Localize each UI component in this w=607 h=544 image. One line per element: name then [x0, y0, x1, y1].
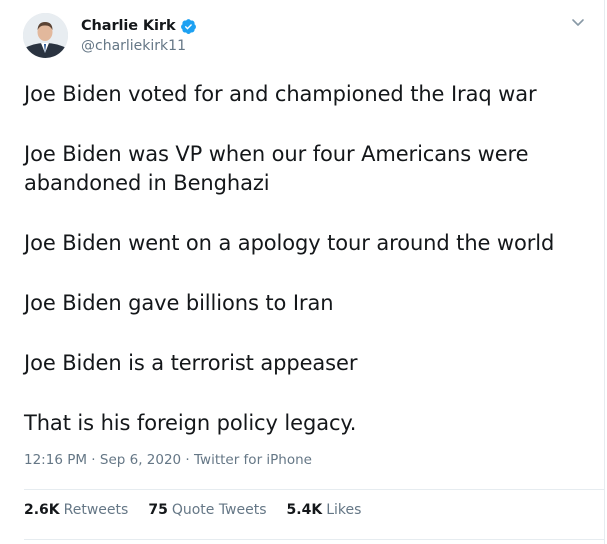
quote-tweets-count: 75 — [148, 502, 168, 518]
tweet-text: Joe Biden voted for and championed the I… — [24, 80, 584, 469]
quote-tweets-label: Quote Tweets — [171, 502, 267, 518]
likes-count: 5.4K — [286, 502, 323, 518]
retweets-stat[interactable]: 2.6K Retweets — [24, 502, 128, 518]
divider — [24, 539, 604, 540]
tweet-line: That is his foreign policy legacy. — [24, 411, 357, 435]
quote-tweets-stat[interactable]: 75 Quote Tweets — [148, 502, 266, 518]
divider — [24, 489, 604, 490]
author-block: Charlie Kirk @charliekirk11 — [81, 16, 197, 54]
retweets-count: 2.6K — [24, 502, 60, 518]
retweets-label: Retweets — [63, 502, 129, 518]
tweet-line: Joe Biden went on a apology tour around … — [24, 231, 555, 255]
tweet-date[interactable]: Sep 6, 2020 — [100, 452, 181, 468]
tweet-line: Joe Biden is a terrorist appeaser — [24, 351, 358, 375]
tweet-line: Joe Biden gave billions to Iran — [24, 291, 334, 315]
display-name[interactable]: Charlie Kirk — [81, 18, 176, 34]
tweet-line: Joe Biden voted for and championed the I… — [24, 82, 537, 106]
avatar[interactable] — [23, 13, 68, 58]
meta-separator: · — [181, 452, 195, 468]
tweet-stats: 2.6K Retweets 75 Quote Tweets 5.4K Likes — [24, 502, 381, 518]
handle[interactable]: @charliekirk11 — [81, 38, 197, 54]
tweet-card: Charlie Kirk @charliekirk11 Joe Biden vo… — [0, 0, 605, 544]
likes-stat[interactable]: 5.4K Likes — [287, 502, 362, 518]
verified-badge-icon — [180, 18, 197, 35]
chevron-down-icon[interactable] — [570, 14, 586, 30]
tweet-meta: 12:16 PM · Sep 6, 2020 · Twitter for iPh… — [24, 452, 312, 468]
tweet-time[interactable]: 12:16 PM — [24, 452, 87, 468]
name-row: Charlie Kirk — [81, 16, 197, 36]
tweet-source[interactable]: Twitter for iPhone — [194, 452, 312, 468]
meta-separator: · — [87, 452, 100, 468]
tweet-line: Joe Biden was VP when our four Americans… — [24, 142, 529, 195]
likes-label: Likes — [326, 502, 362, 518]
avatar-image — [23, 13, 68, 58]
